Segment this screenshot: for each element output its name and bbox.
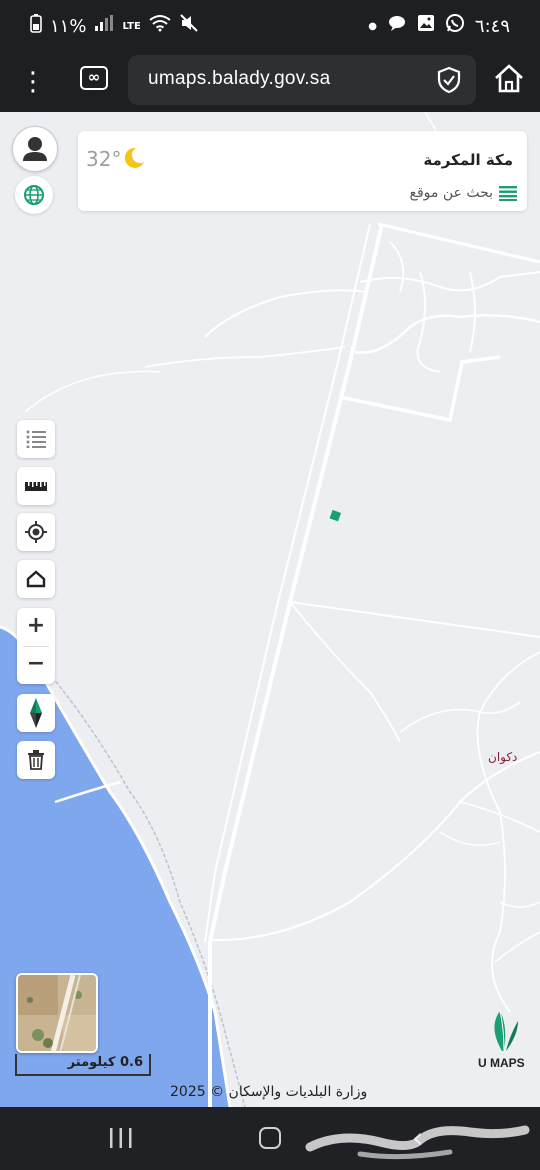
basemap-toggle[interactable] (16, 973, 98, 1053)
map-canvas[interactable]: 32° مكة المكرمة بحث عن موقع + − دكوان 0.… (0, 112, 540, 1107)
battery-percent: ١١% (50, 15, 87, 37)
satellite-thumbnail (18, 975, 96, 1051)
home-icon[interactable] (492, 62, 526, 96)
tabs-icon[interactable]: ∞ (80, 66, 108, 90)
place-label[interactable]: دكوان (488, 750, 517, 764)
notification-dot-icon: ● (368, 20, 377, 32)
status-left: ١١% LTE (30, 13, 199, 39)
more-menu-icon[interactable]: ⋮ (18, 62, 48, 102)
moon-icon (124, 147, 144, 168)
status-right: ● ٦:٤٩ (368, 13, 510, 39)
home-extent-button[interactable] (17, 560, 55, 598)
wifi-icon (149, 14, 171, 38)
zoom-in-button[interactable]: + (17, 608, 55, 646)
url-text[interactable]: umaps.balady.gov.sa (148, 68, 330, 90)
copyright-notice: وزارة البلديات والإسكان © 2025 (170, 1084, 368, 1100)
battery-icon (30, 13, 42, 39)
umaps-logo-text: U MAPS (478, 1056, 525, 1070)
temperature: 32° (86, 147, 122, 171)
compass-button[interactable] (17, 694, 55, 732)
scale-label: 0.6 كيلومتر (67, 1055, 143, 1070)
location-card: 32° مكة المكرمة بحث عن موقع (78, 131, 527, 211)
user-avatar-button[interactable] (12, 126, 58, 172)
scale-bar: 0.6 كيلومتر (15, 1054, 151, 1076)
zoom-controls: + − (17, 608, 55, 684)
haraj-watermark (305, 1125, 530, 1160)
language-button[interactable] (15, 176, 53, 214)
layers-list-button[interactable] (17, 420, 55, 458)
chat-icon (387, 14, 407, 38)
mute-icon (179, 13, 199, 39)
globe-icon (24, 185, 44, 205)
trash-icon (28, 750, 44, 770)
clear-button[interactable] (17, 741, 55, 779)
shield-check-icon[interactable] (434, 65, 464, 95)
gallery-icon (417, 14, 435, 38)
measure-button[interactable] (17, 467, 55, 505)
search-placeholder[interactable]: بحث عن موقع (410, 185, 493, 201)
signal-icon (94, 14, 114, 38)
browser-toolbar: ⋮ ∞ umaps.balady.gov.sa (0, 52, 540, 112)
map-roads (0, 112, 540, 1107)
crosshair-icon (25, 521, 47, 543)
address-bar[interactable]: umaps.balady.gov.sa (128, 55, 476, 105)
recent-apps-icon[interactable] (108, 1127, 134, 1149)
house-icon (26, 570, 46, 588)
status-bar: ١١% LTE ● ٦:٤٩ (0, 0, 540, 52)
home-nav-icon[interactable] (259, 1127, 281, 1149)
menu-lines-icon[interactable] (499, 185, 517, 201)
user-icon (23, 137, 47, 161)
zoom-out-button[interactable]: − (17, 646, 55, 684)
clock: ٦:٤٩ (474, 15, 510, 37)
city-name: مكة المكرمة (423, 151, 513, 169)
whatsapp-icon (445, 13, 465, 39)
map-marker (329, 509, 342, 522)
compass-icon (30, 698, 42, 728)
ruler-icon (25, 482, 47, 491)
my-location-button[interactable] (17, 513, 55, 551)
location-search[interactable]: بحث عن موقع (410, 185, 517, 201)
list-icon (26, 430, 46, 448)
lte-label: LTE (122, 20, 141, 32)
